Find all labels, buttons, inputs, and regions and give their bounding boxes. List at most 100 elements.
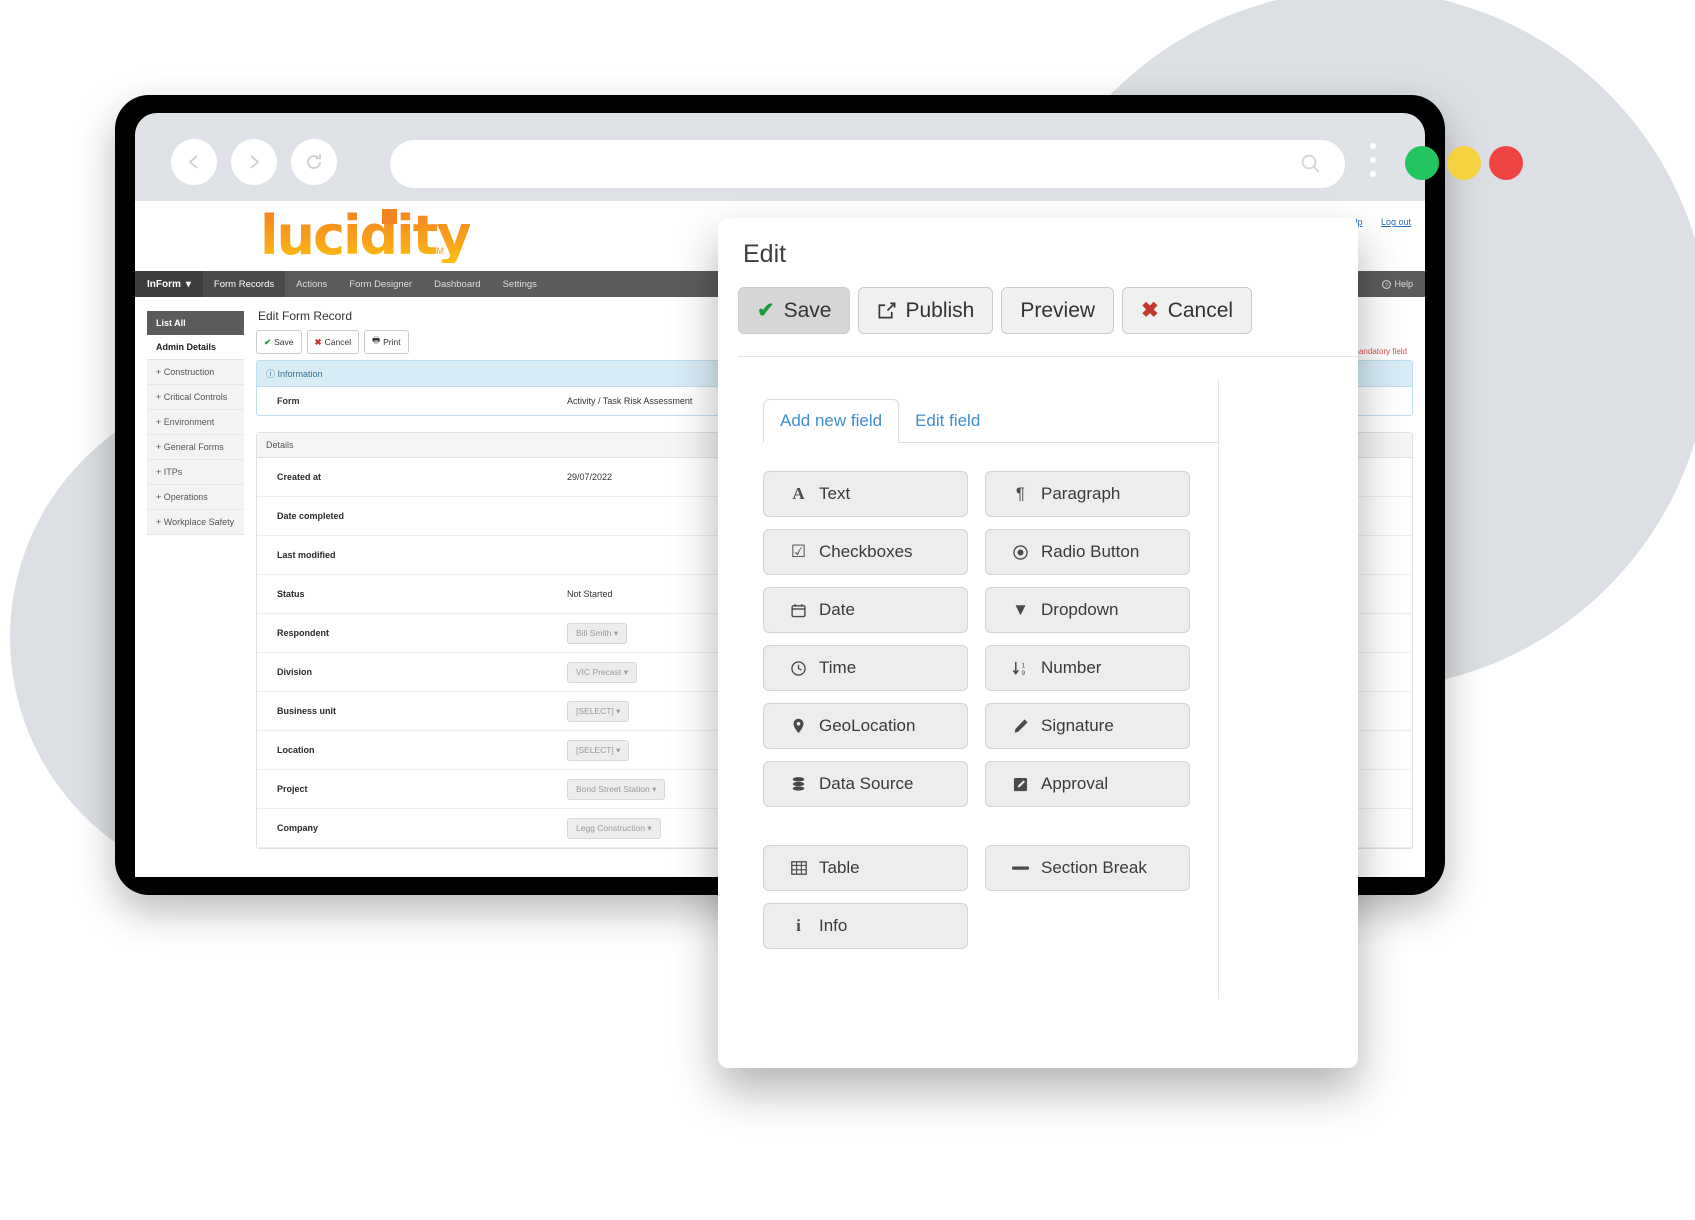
row-label: Respondent <box>277 628 330 638</box>
row-label: Date completed <box>277 511 345 521</box>
logo-dot <box>382 209 397 224</box>
back-button[interactable] <box>171 139 217 185</box>
tab-add-new-field[interactable]: Add new field <box>763 399 900 443</box>
sidebar-item-critical-controls[interactable]: + Critical Controls <box>147 385 244 410</box>
cancel-button[interactable]: ✖ Cancel <box>306 330 360 354</box>
expand-icon: + <box>156 442 162 452</box>
division-dropdown[interactable]: VIC Precast ▾ <box>567 661 638 683</box>
sidebar-item-itps[interactable]: + ITPs <box>147 460 244 485</box>
sidebar-item-general-forms[interactable]: + General Forms <box>147 435 244 460</box>
save-button[interactable]: ✔ Save <box>256 330 302 354</box>
modal-left-column: Add new field Edit field A Text ¶ Paragr… <box>718 357 1218 1043</box>
screenshot-stage: lucidity TM Help Log out InForm ▾ Form R… <box>0 0 1695 1220</box>
field-button-paragraph[interactable]: ¶ Paragraph <box>985 471 1190 517</box>
field-button-text[interactable]: A Text <box>763 471 968 517</box>
field-button-approval[interactable]: Approval <box>985 761 1190 807</box>
sidebar-item-label: General Forms <box>163 442 224 452</box>
sidebar-item-list-all[interactable]: List All <box>147 311 244 335</box>
row-label: Company <box>277 823 319 833</box>
reload-icon <box>307 154 322 170</box>
row-value: Bond Street Station ▾ <box>567 778 666 800</box>
row-label: Location <box>277 745 315 755</box>
browser-menu-button[interactable] <box>1370 143 1376 183</box>
pencil-icon <box>1012 718 1029 734</box>
reload-button[interactable] <box>291 139 337 185</box>
window-dot-red[interactable] <box>1489 146 1523 180</box>
field-button-signature[interactable]: Signature <box>985 703 1190 749</box>
forward-button[interactable] <box>231 139 277 185</box>
modal-publish-button[interactable]: Publish <box>858 287 994 334</box>
company-dropdown[interactable]: Legg Construction ▾ <box>567 817 661 839</box>
sidebar-item-operations[interactable]: + Operations <box>147 485 244 510</box>
browser-chrome <box>135 113 1523 201</box>
dropdown-value: VIC Precast <box>576 666 622 677</box>
modal-toolbar: ✔ Save Publish Preview ✖ Cancel <box>738 287 1358 357</box>
field-button-label: Info <box>819 916 848 935</box>
modal-title: Edit <box>743 240 787 268</box>
tab-edit-field[interactable]: Edit field <box>899 400 996 442</box>
search-icon[interactable] <box>1299 152 1323 176</box>
row-label: Form <box>277 396 300 406</box>
row-value: VIC Precast ▾ <box>567 661 638 683</box>
location-dropdown[interactable]: [SELECT] ▾ <box>567 739 630 761</box>
field-button-date[interactable]: Date <box>763 587 968 633</box>
field-button-radio-button[interactable]: Radio Button <box>985 529 1190 575</box>
navbar-brand-inform[interactable]: InForm ▾ <box>135 271 203 297</box>
print-button[interactable]: 🖶 Print <box>364 330 409 354</box>
sidebar-item-construction[interactable]: + Construction <box>147 360 244 385</box>
field-button-geolocation[interactable]: GeoLocation <box>763 703 968 749</box>
modal-save-button[interactable]: ✔ Save <box>738 287 851 334</box>
expand-icon: + <box>156 417 162 427</box>
navbar-help-button[interactable]: ? Help <box>1382 271 1413 297</box>
field-button-checkboxes[interactable]: ☑ Checkboxes <box>763 529 968 575</box>
caret-down-icon: ▾ <box>616 705 621 716</box>
radio-dot-icon <box>1012 544 1029 560</box>
caret-down-icon: ▾ <box>616 744 621 755</box>
navbar-item-dashboard[interactable]: Dashboard <box>423 271 491 297</box>
field-button-table[interactable]: Table <box>763 845 968 891</box>
field-button-number[interactable]: 1 9 Number <box>985 645 1190 691</box>
navbar-item-form-records[interactable]: Form Records <box>202 271 286 297</box>
field-button-section-break[interactable]: Section Break <box>985 845 1190 891</box>
calendar-icon <box>790 603 807 618</box>
row-label: Project <box>277 784 308 794</box>
field-button-data-source[interactable]: Data Source <box>763 761 968 807</box>
printer-icon: 🖶 <box>372 335 381 345</box>
sidebar-item-environment[interactable]: + Environment <box>147 410 244 435</box>
dropdown-value: Bill Smith <box>576 627 612 638</box>
kebab-dot <box>1370 171 1376 177</box>
navbar-item-form-designer[interactable]: Form Designer <box>338 271 423 297</box>
project-dropdown[interactable]: Bond Street Station ▾ <box>567 778 666 800</box>
navbar-item-actions[interactable]: Actions <box>285 271 338 297</box>
sidebar-item-label: Environment <box>163 417 215 427</box>
field-button-time[interactable]: Time <box>763 645 968 691</box>
sidebar-item-workplace-safety[interactable]: + Workplace Safety <box>147 510 244 535</box>
address-bar[interactable] <box>390 140 1345 188</box>
x-icon: ✖ <box>314 336 322 347</box>
table-grid-icon <box>790 861 807 875</box>
business-unit-dropdown[interactable]: [SELECT] ▾ <box>567 700 630 722</box>
font-a-icon: A <box>792 484 805 503</box>
respondent-dropdown[interactable]: Bill Smith ▾ <box>567 622 628 644</box>
modal-right-column <box>1218 379 1358 999</box>
field-button-label: Number <box>1041 658 1102 677</box>
navbar-item-settings[interactable]: Settings <box>492 271 548 297</box>
information-panel-title: Information <box>277 369 323 379</box>
kebab-dot <box>1370 157 1376 163</box>
expand-icon: + <box>156 517 162 527</box>
field-button-info[interactable]: i Info <box>763 903 968 949</box>
field-button-dropdown[interactable]: ▼ Dropdown <box>985 587 1190 633</box>
modal-preview-button[interactable]: Preview <box>1001 287 1115 334</box>
row-value: Activity / Task Risk Assessment <box>567 396 693 406</box>
window-dot-green[interactable] <box>1405 146 1439 180</box>
expand-icon: + <box>156 367 162 377</box>
sidebar-item-admin-details[interactable]: Admin Details <box>147 335 244 360</box>
row-value: Bill Smith ▾ <box>567 622 628 644</box>
minus-bar-icon <box>1012 864 1029 872</box>
kebab-dot <box>1370 143 1376 149</box>
modal-cancel-button[interactable]: ✖ Cancel <box>1122 287 1253 334</box>
print-button-label: Print <box>383 337 401 347</box>
window-dot-yellow[interactable] <box>1447 146 1481 180</box>
header-link-logout[interactable]: Log out <box>1381 217 1411 227</box>
modal-save-label: Save <box>783 298 832 322</box>
